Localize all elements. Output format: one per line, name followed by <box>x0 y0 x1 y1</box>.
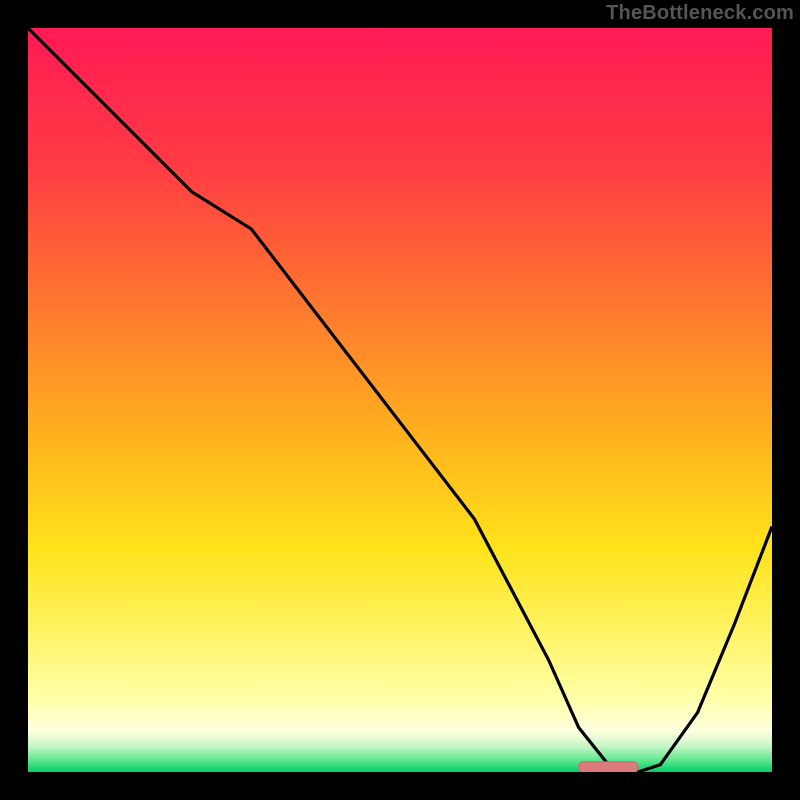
optimal-marker <box>579 762 639 772</box>
chart-frame: TheBottleneck.com <box>0 0 800 800</box>
chart-svg <box>28 28 772 772</box>
plot-area <box>28 28 772 772</box>
watermark-label: TheBottleneck.com <box>606 2 794 25</box>
